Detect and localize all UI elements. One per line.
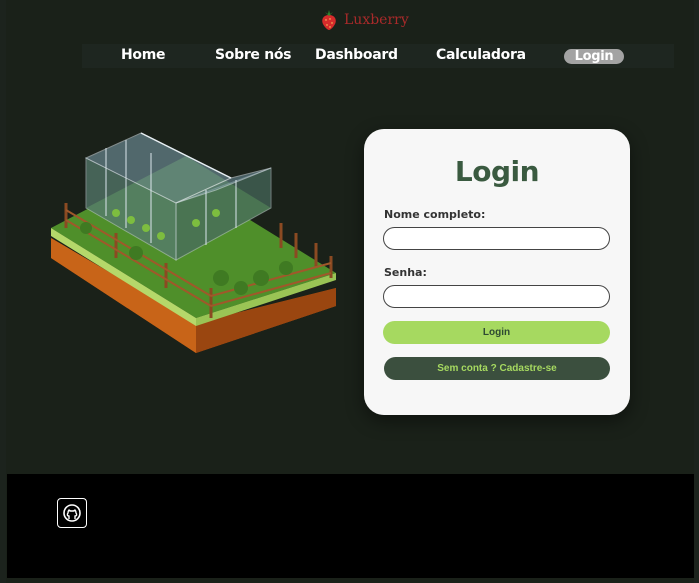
nav-calculadora[interactable]: Calculadora	[436, 47, 526, 63]
brand-logo[interactable]: Luxberry	[318, 8, 409, 32]
nav-home[interactable]: Home	[121, 47, 166, 63]
footer	[7, 474, 694, 578]
login-title: Login	[454, 155, 540, 188]
main-nav: Home Sobre nós Dashboard Calculadora Log…	[82, 44, 674, 68]
brand-name: Luxberry	[344, 12, 409, 28]
password-label: Senha:	[384, 266, 427, 279]
github-icon	[63, 504, 81, 522]
nav-sobre-nos[interactable]: Sobre nós	[215, 47, 292, 63]
name-input[interactable]	[383, 227, 610, 250]
strawberry-icon	[322, 10, 336, 30]
github-link[interactable]	[57, 498, 87, 528]
nav-dashboard[interactable]: Dashboard	[315, 47, 398, 63]
name-label: Nome completo:	[384, 208, 486, 221]
login-card: Login Nome completo: Senha: Login Sem co…	[364, 129, 630, 415]
page: Luxberry Home Sobre nós Dashboard Calcul…	[6, 0, 694, 583]
password-input[interactable]	[383, 285, 610, 308]
login-submit-button[interactable]: Login	[383, 321, 610, 344]
register-button[interactable]: Sem conta ? Cadastre-se	[384, 357, 610, 380]
greenhouse-illustration	[46, 128, 346, 367]
nav-login-button[interactable]: Login	[564, 49, 624, 64]
